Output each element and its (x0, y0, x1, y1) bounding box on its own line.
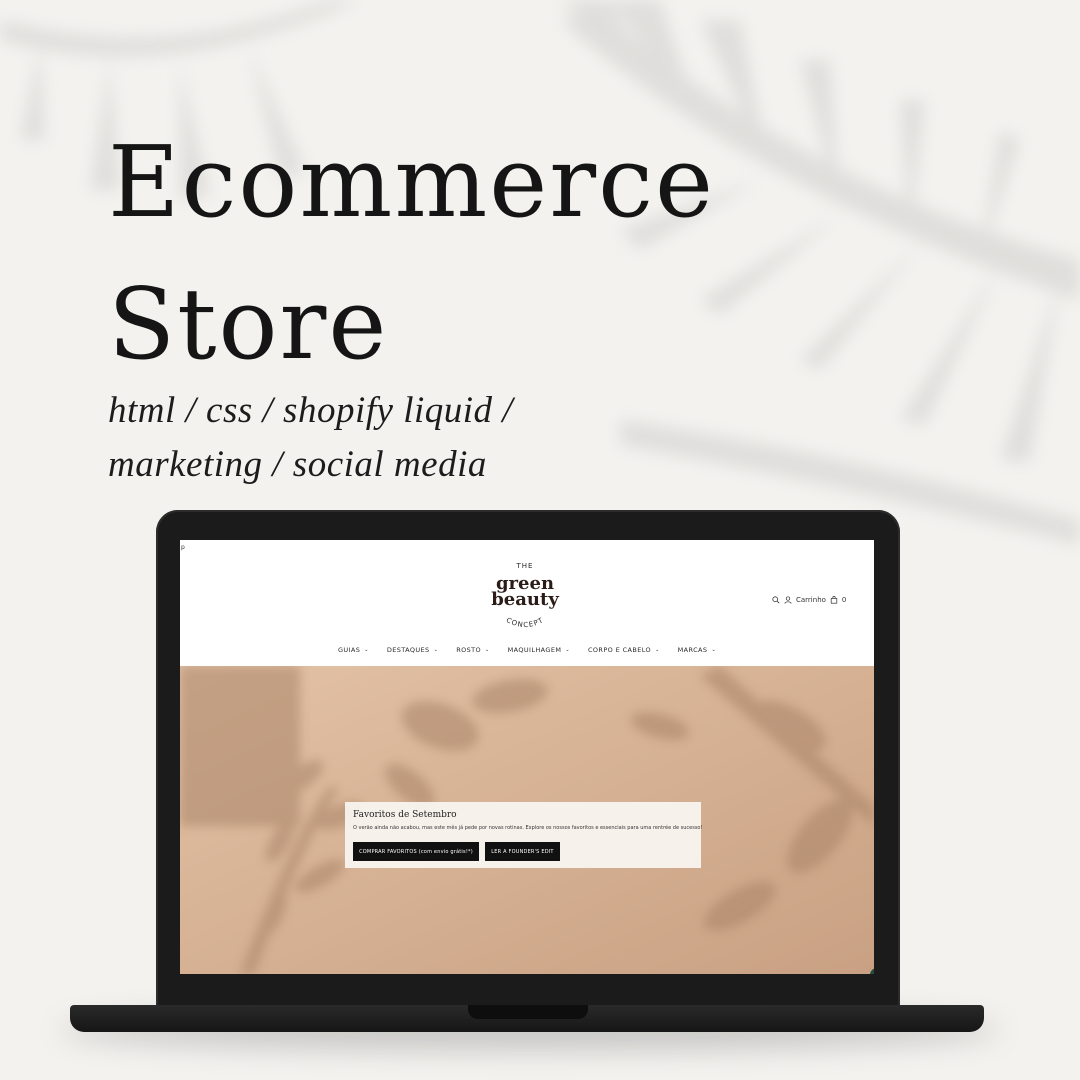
header-actions: Carrinho 0 (772, 596, 846, 604)
logo-concept-text: CONCEPT (505, 616, 544, 629)
chevron-down-icon: ⌄ (565, 647, 570, 653)
logo-concept-arc: CONCEPT (505, 616, 545, 629)
laptop-screen: p THE green beauty CONCEPT Carrinho 0 GU… (180, 540, 874, 974)
logo-the: THE (516, 562, 534, 570)
headline-line-2: Store (108, 268, 389, 382)
shop-favorites-button[interactable]: COMPRAR FAVORITOS (com envio grátis!*) (353, 842, 479, 861)
chevron-down-icon: ⌄ (364, 647, 369, 653)
laptop-notch (468, 1005, 588, 1019)
nav-item-label: MARCAS (677, 646, 708, 654)
nav-item-guias[interactable]: GUIAS ⌄ (338, 646, 369, 654)
site-header: p THE green beauty CONCEPT Carrinho 0 GU… (180, 540, 874, 666)
nav-item-marcas[interactable]: MARCAS ⌄ (678, 646, 716, 654)
nav-item-maquilhagem[interactable]: MAQUILHAGEM ⌄ (508, 646, 570, 654)
promo-title: Favoritos de Setembro (353, 810, 457, 820)
founders-edit-button[interactable]: LER A FOUNDER'S EDIT (485, 842, 560, 861)
promo-text: O verão ainda não acabou, mas este mês j… (353, 825, 703, 831)
corner-mark: p (181, 544, 185, 551)
nav-item-label: CORPO E CABELO (587, 646, 652, 654)
chevron-down-icon: ⌄ (433, 647, 439, 653)
hero-banner: Favoritos de Setembro O verão ainda não … (180, 666, 874, 974)
search-icon[interactable] (772, 596, 780, 604)
nav-item-destaques[interactable]: DESTAQUES ⌄ (387, 646, 438, 654)
headline: Ecommerce Store (108, 112, 715, 396)
chevron-down-icon: ⌄ (655, 647, 660, 653)
subtitle-line-2: marketing / social media (108, 444, 487, 485)
promo-card: Favoritos de Setembro O verão ainda não … (345, 802, 703, 868)
cart-icon[interactable] (830, 596, 838, 604)
headline-line-1: Ecommerce (108, 126, 716, 240)
chevron-down-icon: ⌄ (485, 647, 490, 653)
logo-beauty: beauty (491, 589, 559, 610)
svg-text:CONCEPT: CONCEPT (505, 616, 545, 629)
nav-item-label: DESTAQUES (386, 646, 430, 654)
store-logo[interactable]: THE green beauty CONCEPT (480, 554, 570, 636)
cart-count: 0 (841, 596, 847, 604)
nav-item-label: MAQUILHAGEM (507, 646, 562, 654)
nav-item-corpo-e-cabelo[interactable]: CORPO E CABELO ⌄ (588, 646, 660, 654)
cart-link[interactable]: Carrinho (796, 596, 826, 604)
nav-item-rosto[interactable]: ROSTO ⌄ (456, 646, 489, 654)
chevron-down-icon: ⌄ (711, 647, 717, 653)
account-icon[interactable] (784, 596, 792, 604)
main-navigation: GUIAS ⌄ DESTAQUES ⌄ ROSTO ⌄ MAQUILHAGEM … (180, 646, 874, 654)
nav-item-label: ROSTO (456, 646, 482, 654)
nav-item-label: GUIAS (337, 646, 361, 654)
subtitle-line-1: html / css / shopify liquid / (108, 390, 514, 431)
subtitle: html / css / shopify liquid / marketing … (108, 384, 513, 492)
